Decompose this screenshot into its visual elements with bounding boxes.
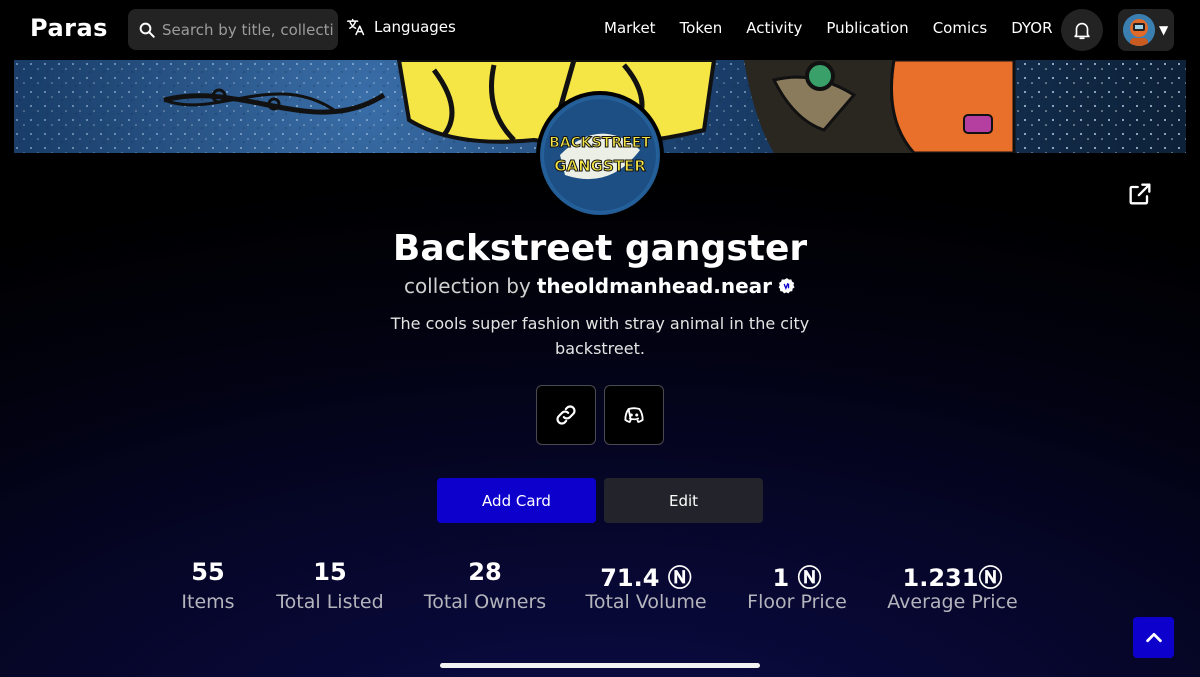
collection-title: Backstreet gangster (392, 228, 808, 269)
avatar-logo-line2: GANGSTER (554, 157, 646, 175)
website-link-button[interactable] (536, 385, 596, 445)
stat-value: 15 (313, 558, 347, 586)
stat-floor-price: 1 Ⓝ Floor Price (736, 558, 858, 613)
search-bar[interactable] (128, 9, 338, 50)
stat-value: 55 (191, 558, 225, 586)
stat-average-price: 1.231Ⓝ Average Price (875, 558, 1030, 613)
caret-down-icon: ▼ (1159, 23, 1169, 37)
stat-value: 1 Ⓝ (772, 564, 822, 592)
stat-label: Floor Price (747, 591, 847, 613)
stat-label: Average Price (887, 591, 1018, 613)
stat-total-volume: 71.4 Ⓝ Total Volume (576, 558, 716, 613)
stat-label: Total Volume (585, 591, 707, 613)
collection-description: The cools super fashion with stray anima… (390, 314, 810, 358)
home-indicator (440, 663, 760, 668)
languages-label: Languages (374, 18, 456, 36)
creator-link[interactable]: theoldmanhead.near (537, 274, 772, 298)
external-link-icon[interactable] (1126, 180, 1154, 208)
stat-items: 55 Items (168, 558, 248, 613)
stat-value: 71.4 Ⓝ (600, 564, 692, 592)
translate-icon (346, 18, 365, 36)
stat-total-listed: 15 Total Listed (270, 558, 390, 613)
collection-byline: collection by theoldmanhead.near (0, 274, 1200, 298)
nav-link-activity[interactable]: Activity (746, 19, 802, 37)
avatar-logo-line1: BACKSTREET (549, 135, 651, 151)
chevron-up-icon (1145, 632, 1162, 642)
link-icon (556, 405, 576, 425)
top-navbar: Paras Languages Market Token Activity Pu… (0, 0, 1200, 60)
byline-prefix: collection by (403, 274, 531, 298)
stat-label: Items (181, 591, 235, 613)
nav-link-publication[interactable]: Publication (826, 19, 908, 37)
discord-icon (624, 407, 644, 423)
profile-menu-button[interactable]: ▼ (1118, 9, 1174, 51)
add-card-button[interactable]: Add Card (437, 478, 596, 523)
stat-total-owners: 28 Total Owners (415, 558, 555, 613)
bell-icon (1074, 22, 1090, 40)
paras-logo[interactable]: Paras (30, 14, 108, 42)
verified-badge-icon (778, 278, 795, 294)
nav-link-market[interactable]: Market (604, 19, 656, 37)
scroll-to-top-button[interactable] (1133, 617, 1174, 658)
nav-link-dyor[interactable]: DYOR (1011, 19, 1052, 37)
avatar (1123, 14, 1155, 46)
search-input[interactable] (162, 20, 334, 39)
nav-link-token[interactable]: Token (680, 19, 723, 37)
collection-avatar: BACKSTREET GANGSTER (536, 91, 664, 219)
languages-button[interactable]: Languages (346, 17, 456, 37)
search-icon (139, 22, 155, 38)
stat-value: 28 (468, 558, 502, 586)
discord-link-button[interactable] (604, 385, 664, 445)
notifications-button[interactable] (1061, 9, 1103, 51)
edit-button[interactable]: Edit (604, 478, 763, 523)
stat-label: Total Listed (276, 591, 384, 613)
stat-label: Total Owners (423, 591, 547, 613)
nav-links: Market Token Activity Publication Comics… (604, 19, 1077, 37)
stat-value: 1.231Ⓝ (902, 564, 1003, 592)
nav-link-comics[interactable]: Comics (933, 19, 988, 37)
